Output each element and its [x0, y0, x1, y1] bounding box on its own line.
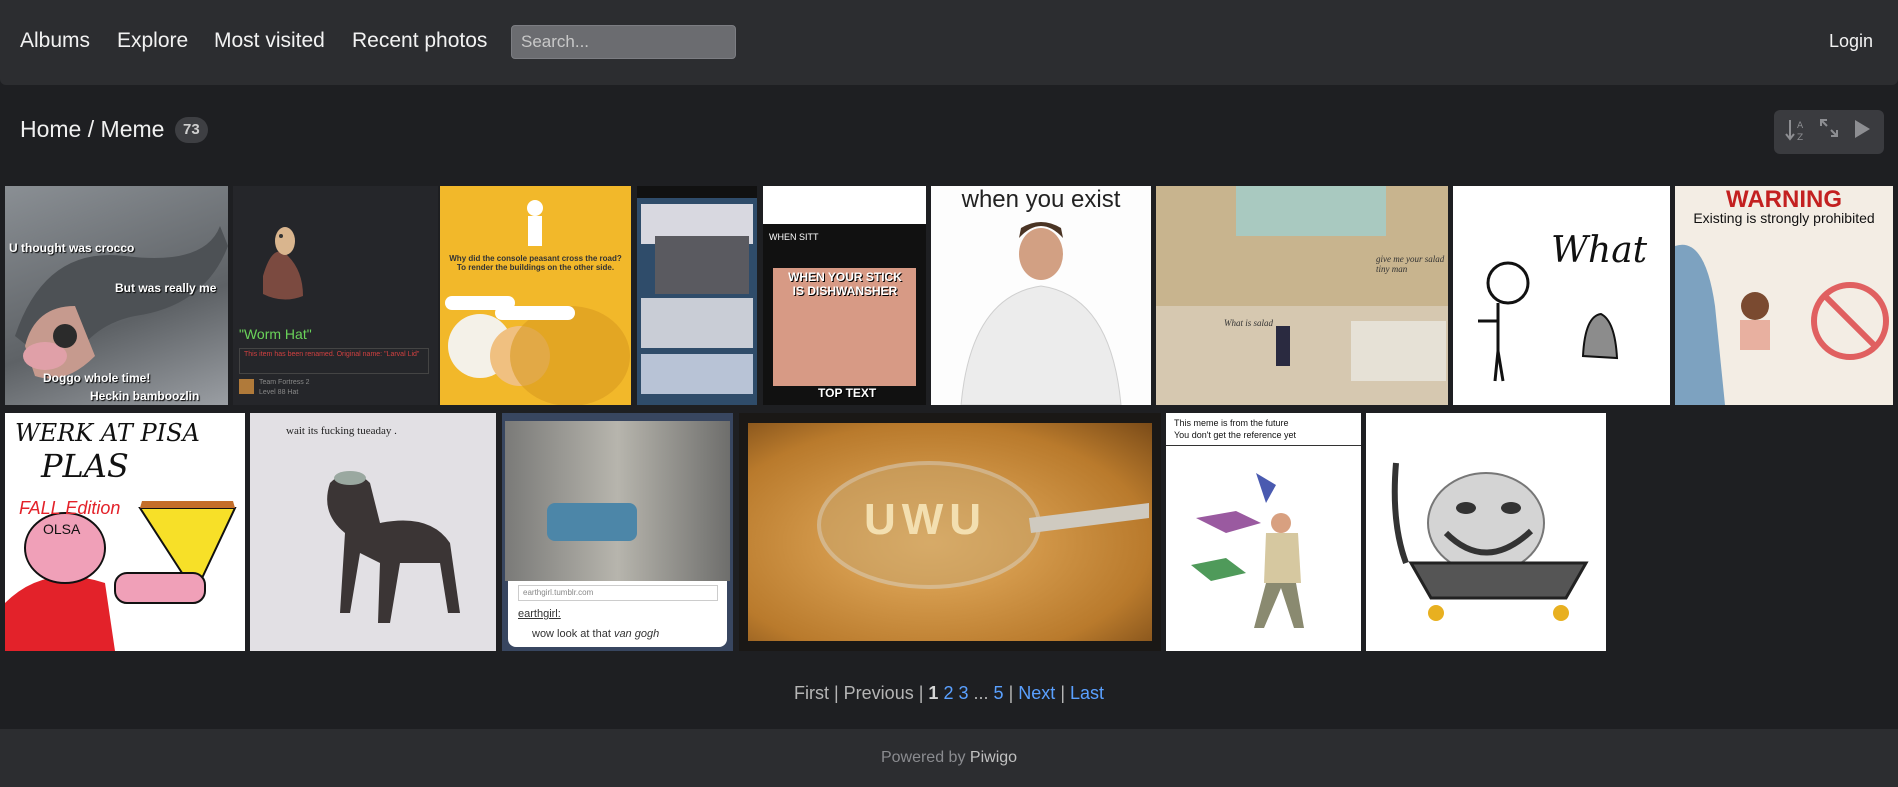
- thumbnail-werk-at-pisa[interactable]: WERK AT PISA PLAS FALL Edition OLSA: [5, 413, 245, 651]
- breadcrumb-separator: /: [87, 116, 95, 142]
- breadcrumb-album[interactable]: Meme: [101, 116, 165, 142]
- thumbnail-when-you-exist[interactable]: when you exist: [931, 186, 1151, 405]
- pagination: First | Previous | 1 2 3 ... 5 | Next | …: [0, 683, 1898, 704]
- pagination-next[interactable]: Next: [1018, 683, 1055, 703]
- meme-text: Doggo whole time!: [43, 371, 151, 385]
- slideshow-play-icon[interactable]: [1848, 118, 1876, 146]
- meme-caption: Why did the console peasant cross the ro…: [449, 254, 622, 272]
- thumbnail-trollface-cart[interactable]: [1366, 413, 1606, 651]
- source-site: earthgirl.tumblr.com: [518, 585, 718, 601]
- album-toolbar: AZ: [1774, 110, 1884, 154]
- footer-piwigo-link[interactable]: Piwigo: [970, 749, 1017, 766]
- sort-icon[interactable]: AZ: [1782, 118, 1810, 146]
- pagination-separator: |: [918, 683, 924, 703]
- pagination-current-page: 1: [928, 683, 939, 703]
- footer-prefix: Powered by: [880, 749, 966, 766]
- thumbnail-tuesday-dog[interactable]: wait its fucking tueaday .: [250, 413, 496, 651]
- pagination-separator: |: [1060, 683, 1065, 703]
- meme-text: WHEN YOUR STICK IS DISHWANSHER: [788, 270, 902, 298]
- nav-albums[interactable]: Albums: [20, 29, 90, 53]
- meme-text: What is salad: [1224, 318, 1274, 328]
- item-game: Team Fortress 2: [259, 379, 310, 386]
- post-caption: wow look at that: [532, 628, 611, 640]
- meme-text: FALL Edition: [19, 498, 121, 518]
- thumbnail-console-peasant[interactable]: Why did the console peasant cross the ro…: [440, 186, 631, 405]
- thumbnail-van-gogh-van[interactable]: earthgirl.tumblr.com earthgirl: wow look…: [502, 413, 733, 651]
- thumbnail-warning-existing[interactable]: WARNING Existing is strongly prohibited: [1675, 186, 1893, 405]
- meme-text: But was really me: [115, 281, 217, 295]
- item-title: "Worm Hat": [239, 326, 312, 342]
- pagination-previous: Previous: [843, 683, 914, 703]
- meme-text: OLSA: [43, 521, 81, 537]
- tumblr-user: earthgirl:: [518, 608, 561, 620]
- footer: Powered by Piwigo: [0, 729, 1898, 787]
- thumbnail-uwu-soup[interactable]: UWU: [739, 413, 1161, 651]
- meme-text: TOP TEXT: [818, 386, 877, 400]
- meme-text: WHEN SITT: [769, 232, 819, 242]
- fullscreen-icon[interactable]: [1815, 118, 1843, 146]
- svg-text:A: A: [1797, 121, 1804, 131]
- thumbnail-pug-crocodile[interactable]: U thought was crocco But was really me D…: [5, 186, 228, 405]
- pagination-separator: |: [1008, 683, 1014, 703]
- nav-explore[interactable]: Explore: [117, 29, 188, 53]
- thumbnail-meme-from-future[interactable]: This meme is from the future You don't g…: [1166, 413, 1361, 651]
- search-input[interactable]: [511, 25, 736, 59]
- meme-text: give me your salad tiny man: [1376, 254, 1445, 274]
- pagination-first: First: [793, 683, 829, 703]
- thumbnail-dishwasher-stick[interactable]: WHEN SITT WHEN YOUR STICK IS DISHWANSHER…: [763, 186, 926, 405]
- nav-recent-photos[interactable]: Recent photos: [352, 29, 487, 53]
- meme-text: Heckin bamboozlin: [90, 389, 200, 403]
- thumbnail-kitchen-salad[interactable]: give me your salad tiny man What is sala…: [1156, 186, 1448, 405]
- svg-text:Z: Z: [1797, 133, 1803, 142]
- breadcrumb: Home / Meme: [20, 116, 164, 143]
- pagination-ellipsis: ...: [973, 683, 989, 703]
- meme-text: U thought was crocco: [9, 241, 135, 255]
- nav-most-visited[interactable]: Most visited: [214, 29, 325, 53]
- top-navbar: Albums Explore Most visited Recent photo…: [0, 0, 1898, 85]
- tf2-icon: [239, 379, 254, 394]
- pagination-separator: |: [833, 683, 839, 703]
- meme-text: UWU: [864, 495, 988, 544]
- meme-caption: What: [1551, 230, 1648, 271]
- item-note: This item has been renamed. Original nam…: [239, 348, 429, 374]
- thumbnail-stick-figure-what[interactable]: What: [1453, 186, 1670, 405]
- pagination-last[interactable]: Last: [1070, 683, 1104, 703]
- item-level: Level 88 Hat: [259, 389, 299, 396]
- breadcrumb-home[interactable]: Home: [20, 116, 81, 142]
- pagination-page-5[interactable]: 5: [994, 683, 1004, 703]
- thumbnail-worm-hat[interactable]: "Worm Hat" This item has been renamed. O…: [233, 186, 438, 405]
- photo-count-badge: 73: [175, 117, 208, 143]
- login-link[interactable]: Login: [1829, 31, 1873, 52]
- post-caption-emphasis: van gogh: [613, 628, 660, 640]
- pagination-page-3[interactable]: 3: [958, 683, 968, 703]
- thumbnail-phone-screenshot[interactable]: [637, 186, 757, 405]
- pagination-page-2[interactable]: 2: [943, 683, 953, 703]
